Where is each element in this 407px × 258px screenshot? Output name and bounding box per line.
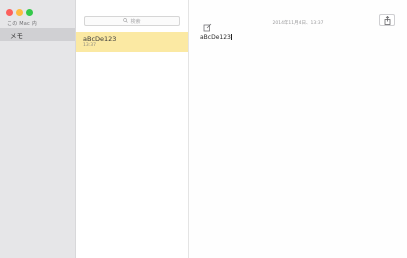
folders-sidebar: この Mac 内 メモ xyxy=(0,0,76,258)
list-item[interactable]: aBcDe123 13:37 xyxy=(76,32,188,52)
note-title: aBcDe123 xyxy=(83,35,117,43)
search-input[interactable]: 検索 xyxy=(84,16,180,26)
account-section-label: この Mac 内 xyxy=(7,21,37,27)
note-editor: 2014年11月4日、13:37 aBcDe123 xyxy=(189,0,407,258)
text-caret xyxy=(231,34,232,40)
search-placeholder: 検索 xyxy=(130,18,141,25)
window-controls xyxy=(6,9,33,16)
zoom-button[interactable] xyxy=(26,9,33,16)
search-icon xyxy=(123,17,129,25)
share-button[interactable] xyxy=(379,14,395,26)
notes-list: 検索 aBcDe123 13:37 xyxy=(76,0,189,258)
sidebar-item-notes-folder[interactable]: メモ xyxy=(0,28,75,41)
note-date: 2014年11月4日、13:37 xyxy=(272,21,324,26)
minimize-button[interactable] xyxy=(16,9,23,16)
note-time: 13:37 xyxy=(83,43,96,48)
folder-label: メモ xyxy=(10,32,23,40)
close-button[interactable] xyxy=(6,9,13,16)
note-body-text[interactable]: aBcDe123 xyxy=(200,34,232,41)
notes-window: この Mac 内 メモ 検索 aBcDe123 13:37 2014年11月4日… xyxy=(0,0,407,258)
